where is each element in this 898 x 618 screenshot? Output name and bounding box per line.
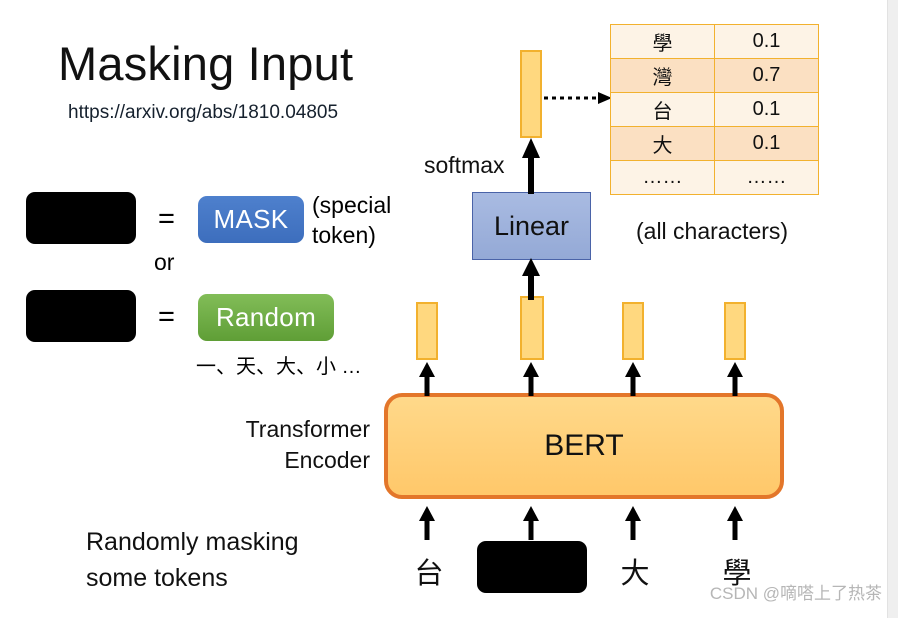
table-cell-character: …… <box>610 160 715 195</box>
randomly-masking-note: Randomly masking some tokens <box>86 528 299 593</box>
csdn-watermark: CSDN @嘀嗒上了热茶 <box>709 584 882 603</box>
random-token-label: Random <box>215 302 317 332</box>
output-vector-1 <box>416 302 438 360</box>
output-vector-2 <box>520 296 544 360</box>
special-token-note: (special token) <box>312 192 392 249</box>
arrow-token-2-to-bert <box>523 506 539 540</box>
slide-canvas: Masking Input https://arxiv.org/abs/1810… <box>0 0 898 618</box>
page-title: Masking Input <box>58 37 354 90</box>
table-row: 學 0.1 <box>610 24 819 59</box>
softmax-output-vector <box>520 50 542 138</box>
arrow-token-3-to-bert <box>625 506 641 540</box>
table-row: 台 0.1 <box>610 92 819 127</box>
table-row: 大 0.1 <box>610 126 819 161</box>
mask-token-pill[interactable]: MASK <box>198 196 304 243</box>
dotted-arrow-to-table <box>544 92 612 104</box>
or-label: or <box>154 249 175 275</box>
probability-table: 學 0.1 灣 0.7 台 0.1 大 0.1………… <box>610 24 819 195</box>
bert-block: BERT <box>384 393 784 499</box>
table-cell-character: 台 <box>610 92 715 127</box>
arrow-vector-to-linear <box>522 258 540 300</box>
input-token-3: 大 <box>620 558 650 590</box>
bert-label: BERT <box>544 429 624 462</box>
page-edge-strip <box>887 0 898 618</box>
table-cell-probability: 0.1 <box>714 92 819 127</box>
mask-token-label: MASK <box>213 204 289 234</box>
table-cell-probability: 0.1 <box>714 126 819 161</box>
linear-label: Linear <box>493 210 570 241</box>
output-vector-3 <box>622 302 644 360</box>
table-row: ………… <box>610 160 819 195</box>
all-characters-note: (all characters) <box>636 218 789 244</box>
arrow-bert-to-vector-1 <box>419 362 435 396</box>
table-cell-probability: 0.7 <box>714 58 819 93</box>
table-row: 灣 0.7 <box>610 58 819 93</box>
equals-sign-random: = <box>158 301 175 333</box>
softmax-label: softmax <box>424 152 505 178</box>
output-vector-4 <box>724 302 746 360</box>
random-examples-note: 一、天、大、小 … <box>196 356 362 378</box>
arrow-token-1-to-bert <box>419 506 435 540</box>
table-cell-probability: …… <box>714 160 819 195</box>
input-token-1: 台 <box>414 558 444 590</box>
arrow-bert-to-vector-2 <box>523 362 539 396</box>
transformer-encoder-note: Transformer Encoder <box>245 416 370 474</box>
random-token-pill[interactable]: Random <box>198 294 334 341</box>
masked-token-box-mask <box>26 192 136 244</box>
input-token-2-masked <box>477 541 587 593</box>
arrow-token-4-to-bert <box>727 506 743 540</box>
paper-link[interactable]: https://arxiv.org/abs/1810.04805 <box>68 102 338 124</box>
arrow-linear-to-softmax <box>522 138 540 194</box>
arrow-bert-to-vector-4 <box>727 362 743 396</box>
table-cell-probability: 0.1 <box>714 24 819 59</box>
masked-token-box-random <box>26 290 136 342</box>
arrow-bert-to-vector-3 <box>625 362 641 396</box>
table-cell-character: 灣 <box>610 58 715 93</box>
table-cell-character: 學 <box>610 24 715 59</box>
equals-sign-mask: = <box>158 203 175 235</box>
linear-block: Linear <box>472 192 591 260</box>
table-cell-character: 大 <box>610 126 715 161</box>
